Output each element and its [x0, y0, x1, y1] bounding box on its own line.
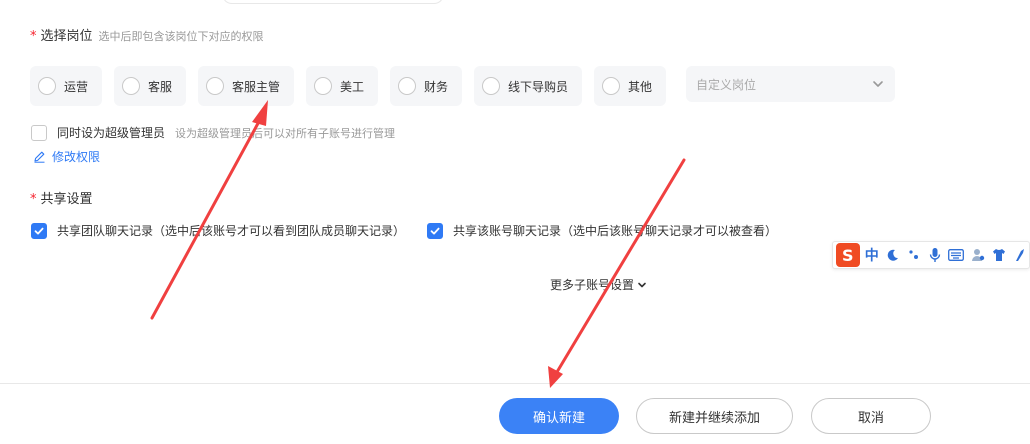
super-admin-label: 同时设为超级管理员 — [57, 126, 166, 140]
role-label: 线下导购员 — [508, 79, 569, 94]
moon-icon[interactable] — [884, 245, 902, 265]
punctuation-icon[interactable] — [905, 245, 923, 265]
edit-permission-link[interactable]: 修改权限 — [33, 148, 100, 165]
role-option-designer[interactable]: 美工 — [306, 66, 378, 106]
share-team-chat-checkbox[interactable] — [31, 222, 47, 239]
top-input-field-edge — [222, 0, 444, 4]
more-settings-label: 更多子账号设置 — [550, 278, 635, 292]
role-section-title-text: 选择岗位 — [40, 29, 93, 44]
pencil-icon — [34, 151, 45, 163]
annotation-arrow-to-confirm-button — [548, 158, 686, 388]
super-admin-hint: 设为超级管理员后可以对所有子账号进行管理 — [175, 126, 396, 140]
ime-mode-toggle[interactable]: 中 — [863, 245, 881, 265]
skin-shirt-icon[interactable] — [990, 245, 1008, 265]
confirm-create-button[interactable]: 确认新建 — [499, 398, 619, 434]
radio-circle-icon[interactable] — [482, 77, 500, 95]
sogou-logo-icon[interactable]: S — [836, 243, 860, 267]
role-section-title: * 选择岗位 选中后即包含该岗位下对应的权限 — [30, 25, 264, 44]
create-and-continue-button[interactable]: 新建并继续添加 — [636, 398, 793, 434]
radio-circle-icon[interactable] — [602, 77, 620, 95]
role-option-customer-service[interactable]: 客服 — [114, 66, 186, 106]
share-account-chat-label: 共享该账号聊天记录（选中后该账号聊天记录才可以被查看） — [453, 224, 778, 238]
more-subaccount-settings-toggle[interactable]: 更多子账号设置 — [550, 276, 647, 293]
role-label: 客服 — [148, 79, 173, 94]
keyboard-icon[interactable] — [947, 245, 965, 265]
required-mark: * — [30, 192, 37, 207]
chevron-down-icon — [638, 282, 646, 287]
custom-role-select[interactable]: 自定义岗位 — [686, 66, 895, 102]
share-account-chat-checkbox[interactable] — [427, 222, 443, 239]
share-team-chat-label: 共享团队聊天记录（选中后该账号才可以看到团队成员聊天记录） — [57, 224, 406, 238]
ime-toolbar: S 中 — [832, 241, 1030, 269]
super-admin-option[interactable]: 同时设为超级管理员 设为超级管理员后可以对所有子账号进行管理 — [31, 124, 395, 141]
role-option-offline-guide[interactable]: 线下导购员 — [474, 66, 582, 106]
radio-circle-icon[interactable] — [206, 77, 224, 95]
super-admin-checkbox[interactable] — [31, 124, 47, 141]
required-mark: * — [30, 29, 37, 44]
role-options: 运营 客服 客服主管 美工 财务 线下导购员 其他 — [30, 66, 678, 106]
checkmark-icon — [34, 227, 44, 234]
share-account-chat-option[interactable]: 共享该账号聊天记录（选中后该账号聊天记录才可以被查看） — [427, 222, 777, 239]
microphone-icon[interactable] — [926, 245, 944, 265]
radio-circle-icon[interactable] — [398, 77, 416, 95]
share-team-chat-option[interactable]: 共享团队聊天记录（选中后该账号才可以看到团队成员聊天记录） — [31, 222, 405, 239]
role-option-other[interactable]: 其他 — [594, 66, 666, 106]
role-option-cs-supervisor[interactable]: 客服主管 — [198, 66, 294, 106]
radio-circle-icon[interactable] — [38, 77, 56, 95]
role-label: 运营 — [64, 79, 89, 94]
checkmark-icon — [430, 227, 440, 234]
role-option-operations[interactable]: 运营 — [30, 66, 102, 106]
role-label: 美工 — [340, 79, 365, 94]
user-icon[interactable] — [968, 245, 986, 265]
radio-circle-icon[interactable] — [314, 77, 332, 95]
role-option-finance[interactable]: 财务 — [390, 66, 462, 106]
share-section-title: * 共享设置 — [30, 188, 93, 207]
chevron-down-icon — [873, 81, 883, 87]
role-label: 财务 — [424, 79, 449, 94]
role-label: 其他 — [628, 79, 653, 94]
cancel-button[interactable]: 取消 — [811, 398, 931, 434]
share-section-title-text: 共享设置 — [40, 192, 93, 207]
edit-permission-label: 修改权限 — [52, 150, 101, 164]
role-label: 客服主管 — [232, 79, 281, 94]
role-section-hint: 选中后即包含该岗位下对应的权限 — [98, 30, 264, 43]
tools-icon[interactable] — [1011, 245, 1029, 265]
custom-role-placeholder: 自定义岗位 — [696, 77, 757, 92]
footer-divider — [0, 383, 1030, 384]
radio-circle-icon[interactable] — [122, 77, 140, 95]
